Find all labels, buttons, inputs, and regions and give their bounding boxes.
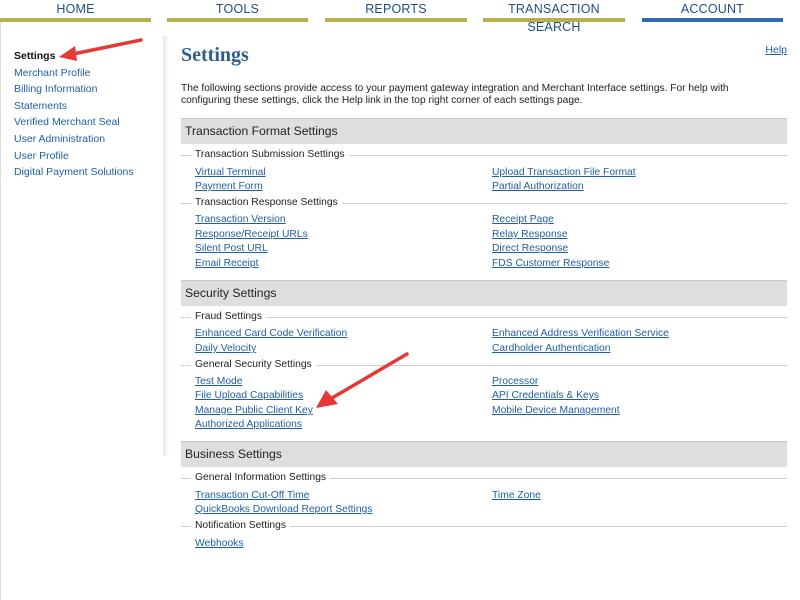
page-title: Settings [181,44,249,66]
link-cardholder-authentication[interactable]: Cardholder Authentication [492,342,611,355]
link-time-zone[interactable]: Time Zone [492,489,541,502]
help-link[interactable]: Help [765,44,787,56]
group-header-transaction-submission: Transaction Submission Settings [181,148,787,162]
sidebar-item-settings[interactable]: Settings [14,48,164,65]
sidebar-item-user-administration[interactable]: User Administration [14,131,164,148]
tab-reports[interactable]: REPORTS [325,0,467,22]
group-header-transaction-response: Transaction Response Settings [181,196,787,210]
sidebar-divider [163,36,169,456]
link-authorized-applications[interactable]: Authorized Applications [195,418,302,431]
tab-tools-underline [167,18,308,22]
link-file-upload-capabilities[interactable]: File Upload Capabilities [195,389,303,402]
sidebar-item-statements[interactable]: Statements [14,98,164,115]
tab-transaction-search[interactable]: TRANSACTION SEARCH [483,0,625,34]
section-header-security: Security Settings [181,280,787,306]
sidebar-item-verified-merchant-seal[interactable]: Verified Merchant Seal [14,114,164,131]
tab-account[interactable]: ACCOUNT [642,0,783,22]
link-relay-response[interactable]: Relay Response [492,228,568,241]
group-header-fraud: Fraud Settings [181,310,787,324]
group-label: General Information Settings [191,471,331,485]
tab-tools-label: TOOLS [215,2,260,16]
group-label: Notification Settings [191,519,291,533]
link-transaction-cut-off-time[interactable]: Transaction Cut-Off Time [195,489,309,502]
link-enhanced-address-verification-service[interactable]: Enhanced Address Verification Service [492,327,669,340]
tab-account-underline [642,18,783,22]
link-partial-authorization[interactable]: Partial Authorization [492,180,584,193]
intro-text: The following sections provide access to… [181,83,729,107]
group-header-notification: Notification Settings [181,519,787,533]
link-payment-form[interactable]: Payment Form [195,180,263,193]
link-daily-velocity[interactable]: Daily Velocity [195,342,256,355]
link-mobile-device-management[interactable]: Mobile Device Management [492,404,620,417]
link-quickbooks-download-report-settings[interactable]: QuickBooks Download Report Settings [195,503,372,516]
sidebar-item-digital-payment-solutions[interactable]: Digital Payment Solutions [14,164,164,181]
tab-home-label: HOME [56,2,95,16]
link-direct-response[interactable]: Direct Response [492,242,568,255]
link-upload-transaction-file-format[interactable]: Upload Transaction File Format [492,166,636,179]
link-enhanced-card-code-verification[interactable]: Enhanced Card Code Verification [195,327,347,340]
section-header-transaction-format: Transaction Format Settings [181,118,787,144]
sidebar-item-billing-information[interactable]: Billing Information [14,81,164,98]
link-api-credentials-keys[interactable]: API Credentials & Keys [492,389,599,402]
link-manage-public-client-key[interactable]: Manage Public Client Key [195,404,313,417]
link-processor[interactable]: Processor [492,375,538,388]
tab-transaction-search-underline [483,18,625,22]
tab-account-label: ACCOUNT [680,2,745,16]
group-header-general-information: General Information Settings [181,471,787,485]
group-label: General Security Settings [191,358,316,372]
tab-tools[interactable]: TOOLS [167,0,308,22]
link-receipt-page[interactable]: Receipt Page [492,213,554,226]
section-header-business: Business Settings [181,441,787,467]
group-label: Fraud Settings [191,310,266,324]
link-fds-customer-response[interactable]: FDS Customer Response [492,257,609,270]
group-header-general-security: General Security Settings [181,358,787,372]
sidebar: Settings Merchant Profile Billing Inform… [14,48,164,181]
sidebar-item-merchant-profile[interactable]: Merchant Profile [14,65,164,82]
sidebar-item-user-profile[interactable]: User Profile [14,148,164,165]
tab-home[interactable]: HOME [0,0,151,22]
tab-reports-label: REPORTS [365,2,427,16]
link-webhooks[interactable]: Webhooks [195,537,243,550]
main-content: Settings Help The following sections pro… [181,40,787,549]
tab-reports-underline [325,18,467,22]
link-virtual-terminal[interactable]: Virtual Terminal [195,166,266,179]
link-email-receipt[interactable]: Email Receipt [195,257,259,270]
page-left-border [0,22,1,600]
group-label: Transaction Submission Settings [191,148,349,162]
link-transaction-version[interactable]: Transaction Version [195,213,286,226]
link-response-receipt-urls[interactable]: Response/Receipt URLs [195,228,308,241]
group-label: Transaction Response Settings [191,196,342,210]
link-silent-post-url[interactable]: Silent Post URL [195,242,268,255]
link-test-mode[interactable]: Test Mode [195,375,243,388]
tab-home-underline [0,18,151,22]
top-navigation: HOME TOOLS REPORTS TRANSACTION SEARCH AC… [0,0,800,34]
group-divider [181,317,787,318]
